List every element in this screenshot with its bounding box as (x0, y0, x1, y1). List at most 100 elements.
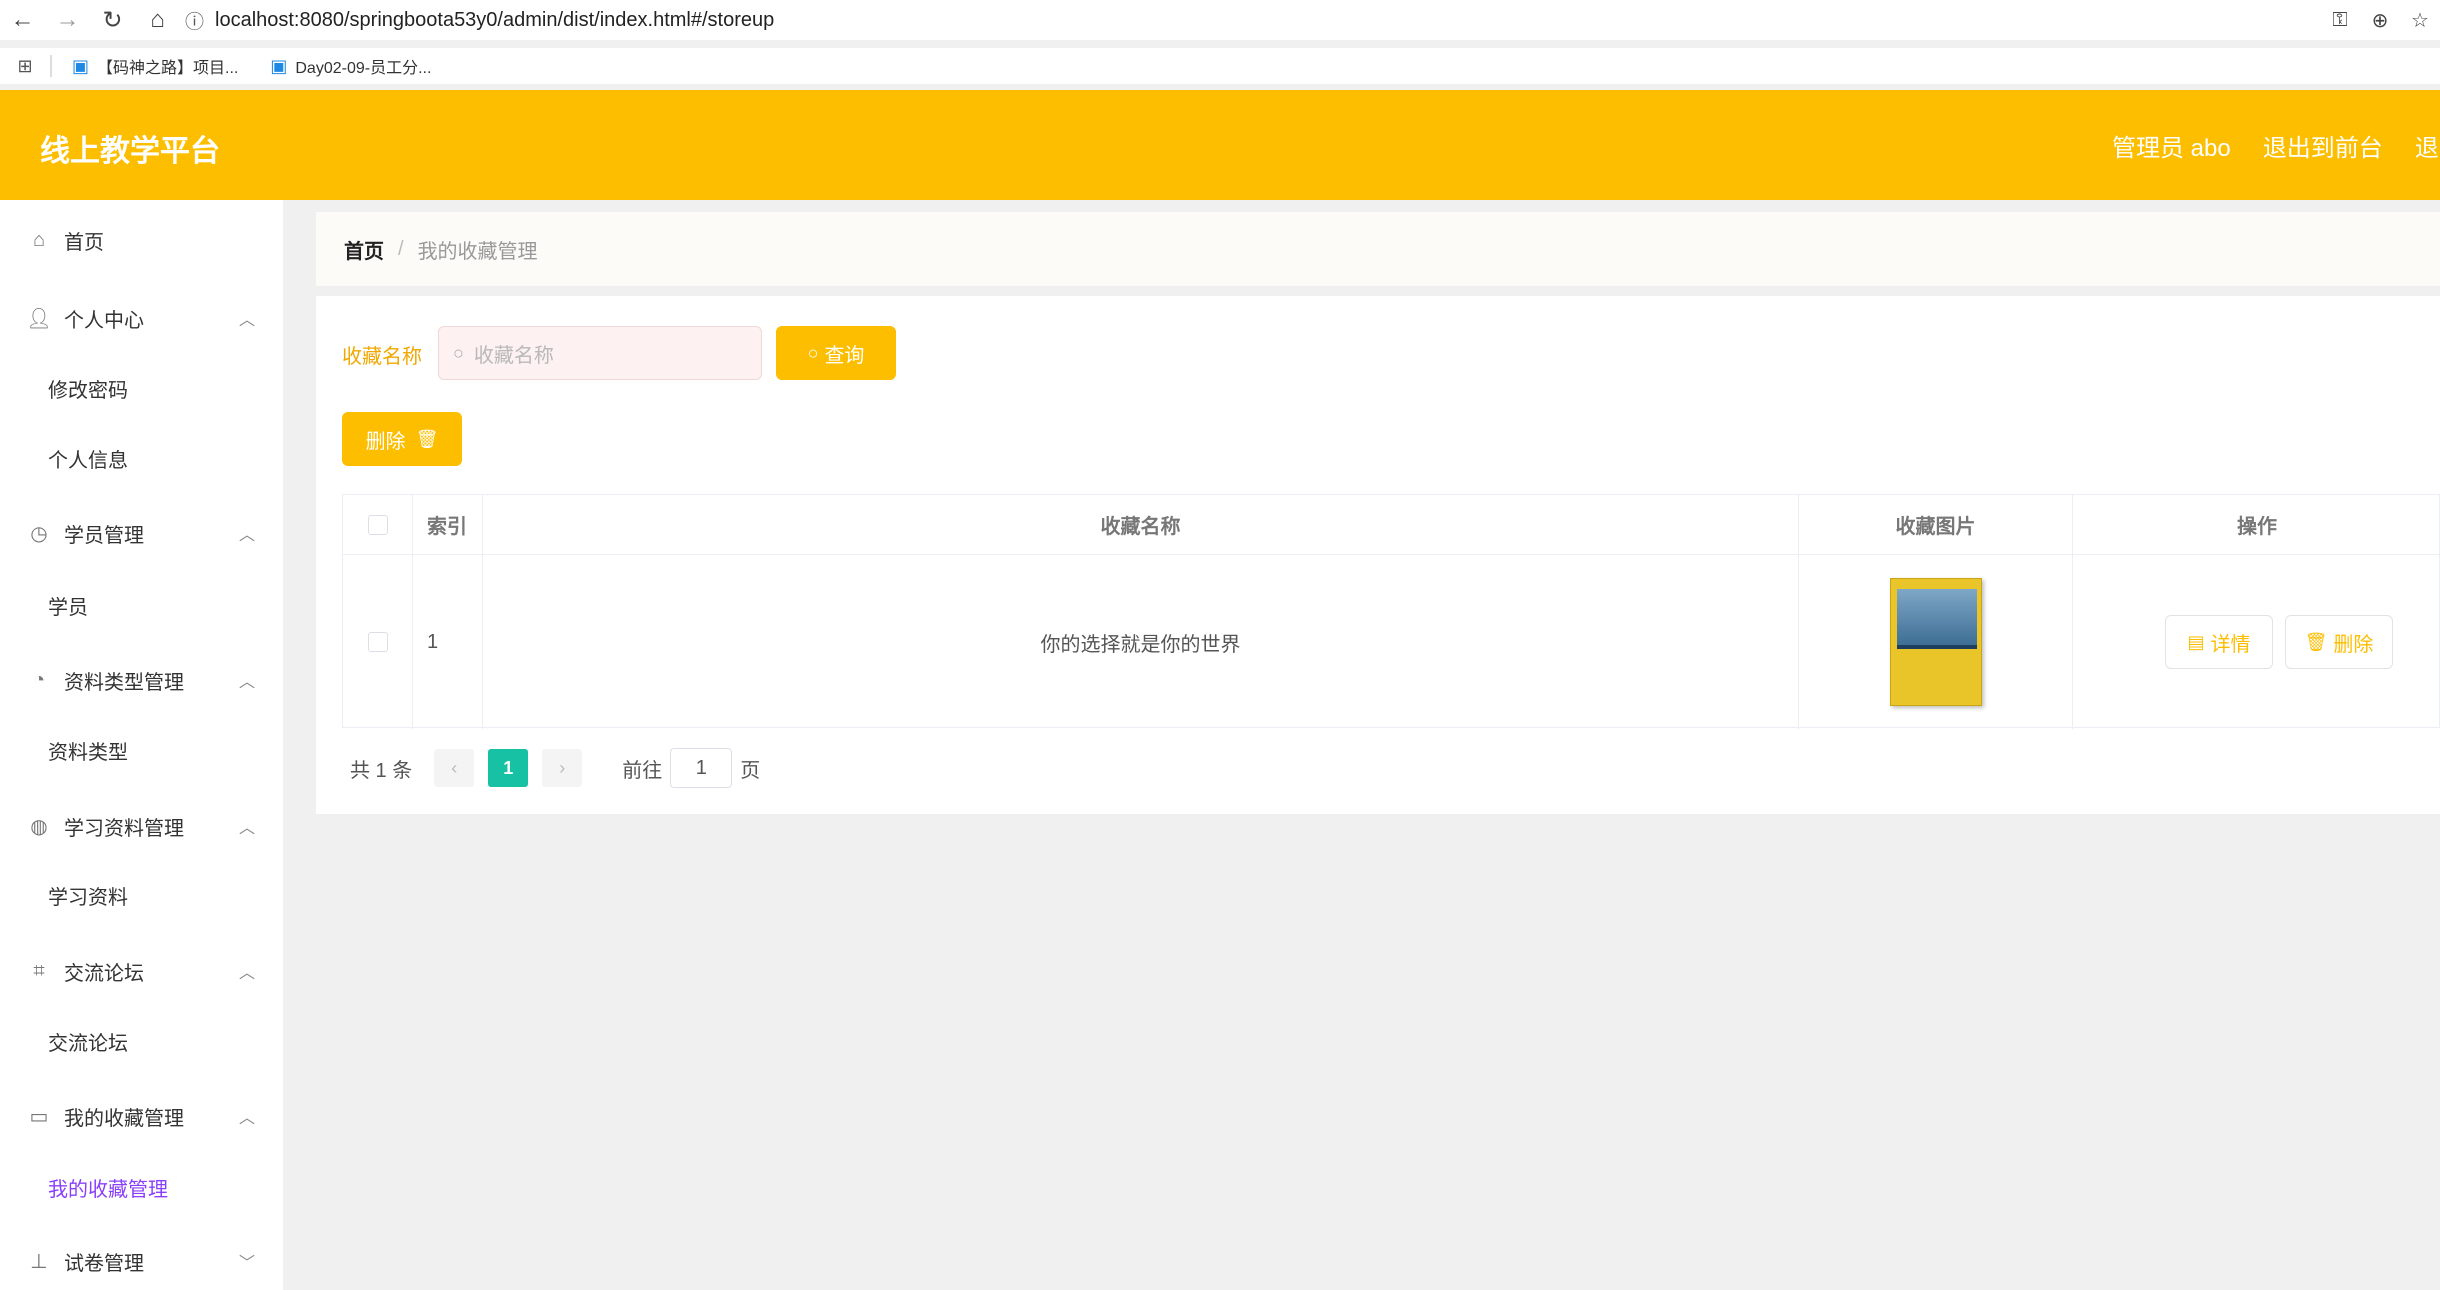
chevron-left-icon: ‹ (451, 757, 458, 778)
card-icon: ▭ (29, 1105, 49, 1128)
sidebar-subitem-forum[interactable]: 交流论坛 (48, 1011, 128, 1071)
sidebar: ⌂ 首页 👤︎ 个人中心 ︿ 修改密码 个人信息 ◷ 学员管理 ︿ 学员 ◔ 资… (0, 200, 283, 1290)
header-ops: 操作 (2237, 516, 2277, 538)
forward-arrow-icon[interactable]: → (45, 0, 90, 40)
sidebar-subitem-study-material[interactable]: 学习资料 (48, 865, 128, 925)
prev-page-button[interactable]: ‹ (434, 749, 475, 787)
sidebar-subitem-student[interactable]: 学员 (48, 575, 88, 635)
sidebar-subitem-material-type[interactable]: 资料类型 (48, 720, 128, 780)
bilibili-icon: ▣ (72, 55, 90, 76)
trash-icon: 🗑︎ (415, 428, 439, 449)
trash-icon: 🗑︎ (2304, 631, 2328, 652)
sidebar-item-study-material-mgmt[interactable]: ◍ 学习资料管理 ︿ (0, 796, 283, 856)
app-header: 线上教学平台 管理员 abo 退出到前台 退出 (0, 90, 2440, 200)
search-icon: ○ (453, 342, 464, 363)
clock-icon: ◷ (30, 522, 48, 545)
to-front-link[interactable]: 退出到前台 (2263, 128, 2383, 163)
zoom-icon[interactable]: ⊕ (2360, 8, 2400, 33)
browser-toolbar: ← → ↻ ⌂ ⓘ localhost:8080/springboota53y0… (0, 0, 2440, 40)
header-links: 管理员 abo 退出到前台 退出 (2112, 128, 2440, 163)
compass-icon: ◍ (30, 815, 48, 838)
chevron-down-icon: ﹀ (238, 1255, 255, 1272)
header-index: 索引 (413, 495, 483, 554)
search-input[interactable]: ○ 收藏名称 (438, 326, 762, 380)
apps-grid-icon[interactable]: ⊞ (0, 56, 50, 77)
chevron-up-icon: ︿ (238, 674, 255, 691)
chevron-up-icon: ︿ (238, 1110, 255, 1127)
search-label: 收藏名称 (342, 346, 422, 368)
site-info-icon[interactable]: ⓘ (185, 7, 215, 34)
user-label: 管理员 abo (2112, 135, 2231, 162)
chevron-up-icon: ︿ (238, 965, 255, 982)
crop-icon: ⌗ (33, 959, 45, 982)
row-delete-button[interactable]: 🗑︎ 删除 (2285, 615, 2393, 669)
batch-delete-button[interactable]: 删除 🗑︎ (342, 412, 462, 466)
address-bar[interactable]: ⓘ localhost:8080/springboota53y0/admin/d… (185, 3, 2265, 37)
select-all-checkbox[interactable] (367, 514, 388, 535)
sidebar-item-exam-mgmt[interactable]: ⊥ 试卷管理 ﹀ (0, 1231, 283, 1290)
url-text: localhost:8080/springboota53y0/admin/dis… (215, 8, 775, 31)
search-icon: ○ (807, 342, 819, 363)
header-select-cell (343, 495, 413, 554)
sidebar-subitem-change-password[interactable]: 修改密码 (48, 358, 128, 418)
sidebar-item-home[interactable]: ⌂ 首页 (0, 210, 283, 270)
reload-icon[interactable]: ↻ (90, 0, 135, 40)
bookmarks-bar: ⊞ ▣ 【码神之路】项目... ▣ Day02-09-员工分... (0, 48, 2440, 84)
table-row: 1 你的选择就是你的世界 ▤ 详情 🗑︎ 删除 (343, 555, 2440, 729)
chevron-up-icon: ︿ (238, 527, 255, 544)
main-panel: 收藏名称 ○ 收藏名称 ○ 查询 删除 🗑︎ 索引 收藏名称 收藏图片 操作 1… (316, 296, 2440, 814)
breadcrumb-current: 我的收藏管理 (417, 240, 538, 263)
row-name: 你的选择就是你的世界 (483, 555, 1799, 729)
bilibili-icon: ▣ (270, 55, 288, 76)
user-icon: 👤︎ (26, 307, 52, 330)
query-button[interactable]: ○ 查询 (776, 326, 896, 380)
sidebar-subitem-favorites[interactable]: 我的收藏管理 (48, 1157, 168, 1217)
row-index: 1 (413, 555, 483, 729)
pagination: 共 1 条 ‹ 1 › 前往 1 页 (350, 748, 760, 788)
sidebar-item-student-mgmt[interactable]: ◷ 学员管理 ︿ (0, 503, 283, 563)
home-icon[interactable]: ⌂ (135, 0, 180, 40)
sidebar-item-personal-center[interactable]: 👤︎ 个人中心 ︿ (0, 288, 283, 348)
row-image-cell (1799, 555, 2073, 729)
gauge-icon: ◔ (32, 668, 46, 691)
chevron-right-icon: › (559, 757, 566, 778)
row-select-cell (343, 555, 413, 729)
book-cover-horizon (1896, 645, 1977, 649)
sidebar-subitem-personal-info[interactable]: 个人信息 (48, 428, 128, 488)
book-cover-image[interactable] (1889, 578, 1982, 706)
search-placeholder: 收藏名称 (473, 344, 554, 367)
document-icon: ▤ (2187, 631, 2205, 652)
sidebar-item-material-type-mgmt[interactable]: ◔ 资料类型管理 ︿ (0, 650, 283, 710)
detail-button[interactable]: ▤ 详情 (2165, 615, 2273, 669)
chevron-up-icon: ︿ (238, 820, 255, 837)
header-image: 收藏图片 (1799, 495, 2073, 554)
next-page-button[interactable]: › (542, 749, 583, 787)
logout-link[interactable]: 退出 (2415, 128, 2440, 163)
total-count: 共 1 条 (350, 759, 413, 782)
bookmark-item-1[interactable]: ▣ 【码神之路】项目... (72, 54, 238, 78)
page-suffix: 页 (740, 759, 761, 782)
goto-page-input[interactable]: 1 (670, 748, 733, 788)
star-icon[interactable]: ☆ (2400, 8, 2440, 33)
header-name: 收藏名称 (483, 495, 1799, 554)
key-icon[interactable]: ⚿ (2320, 9, 2360, 32)
sidebar-item-favorites-mgmt[interactable]: ▭ 我的收藏管理 ︿ (0, 1086, 283, 1146)
chevron-up-icon: ︿ (238, 312, 255, 329)
page-number[interactable]: 1 (488, 749, 529, 787)
table-header-row: 索引 收藏名称 收藏图片 操作 (343, 495, 2440, 555)
book-cover-sky (1896, 589, 1977, 645)
app-title: 线上教学平台 (40, 135, 220, 168)
breadcrumb-home[interactable]: 首页 (344, 235, 384, 264)
favorites-table: 索引 收藏名称 收藏图片 操作 1 你的选择就是你的世界 ▤ 详情 🗑︎ 删除 (342, 494, 2440, 729)
bookmark-item-2[interactable]: ▣ Day02-09-员工分... (270, 54, 431, 78)
stamp-icon: ⊥ (30, 1250, 48, 1273)
goto-label: 前往 (622, 759, 663, 782)
sidebar-item-forum[interactable]: ⌗ 交流论坛 ︿ (0, 941, 283, 1001)
row-checkbox[interactable] (367, 632, 388, 652)
bookmark-divider (50, 55, 52, 77)
breadcrumb: 首页 / 我的收藏管理 (316, 212, 2440, 286)
row-ops-cell: ▤ 详情 🗑︎ 删除 (2073, 555, 2440, 729)
back-arrow-icon[interactable]: ← (0, 0, 45, 40)
browser-actions: ⚿ ⊕ ☆ (2320, 0, 2440, 40)
home-icon: ⌂ (32, 228, 46, 251)
